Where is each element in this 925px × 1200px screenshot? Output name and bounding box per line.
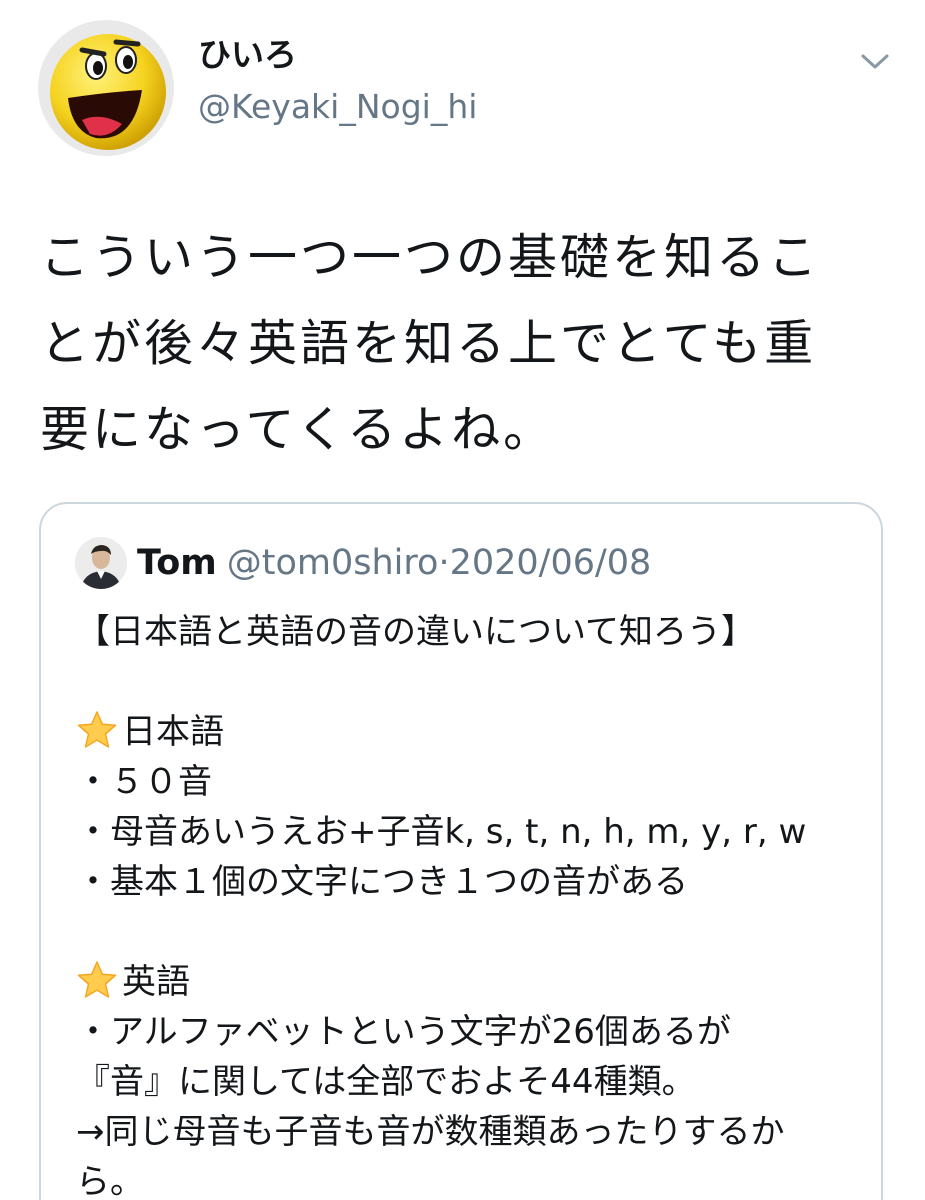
star-icon [76,959,118,1001]
header-separator: · [438,543,450,583]
list-item: ・５０音 [76,762,212,802]
person-avatar-icon [75,537,127,589]
list-item: ・基本１個の文字につき１つの音がある [76,862,688,902]
star-icon [76,709,118,751]
section-title-label: 英語 [122,962,190,1002]
section-title-label: 日本語 [122,712,224,752]
list-item: 『音』に関しては全部でおよそ44種類。 [76,1062,696,1102]
quoted-author-name[interactable]: Tom [137,543,217,583]
section-title-japanese: 日本語 [76,707,876,757]
author-avatar[interactable] [38,20,174,156]
quoted-tweet-header: Tom @tom0shiro·2020/06/08 [137,542,651,584]
tweet-text-line: 要になってくるよね。 [40,401,556,458]
quoted-tweet-card[interactable]: Tom @tom0shiro·2020/06/08 【日本語と英語の音の違いについ… [39,502,883,1200]
list-item: ・母音あいうえお+子音k, s, t, n, h, m, y, r, w [76,812,807,852]
quoted-author-avatar[interactable] [75,537,127,589]
quoted-heading: 【日本語と英語の音の違いについて知ろう】 [76,612,755,652]
tweet-menu-button[interactable] [858,48,892,74]
list-item: ・アルファベットという文字が26個あるが [76,1012,731,1052]
tweet-text-line: こういう一つ一つの基礎を知るこ [40,229,821,286]
list-item: ら。 [76,1162,144,1200]
quoted-tweet-date[interactable]: 2020/06/08 [450,543,652,583]
chevron-down-icon [861,54,889,69]
author-handle[interactable]: @Keyaki_Nogi_hi [198,90,477,123]
tweet-text: こういう一つ一つの基礎を知るこ とが後々英語を知る上でとても重 要になってくるよ… [40,215,870,473]
list-item: →同じ母音も子音も音が数種類あったりするか [76,1112,785,1152]
tweet-text-line: とが後々英語を知る上でとても重 [40,315,817,372]
section-title-english: 英語 [76,957,876,1007]
author-display-name[interactable]: ひいろ [198,38,297,71]
pacman-face-icon [38,20,174,156]
quoted-author-handle[interactable]: @tom0shiro [227,543,439,583]
quoted-tweet-body: 【日本語と英語の音の違いについて知ろう】 日本語 ・５０音 ・母音あいうえお+子… [76,607,876,1200]
